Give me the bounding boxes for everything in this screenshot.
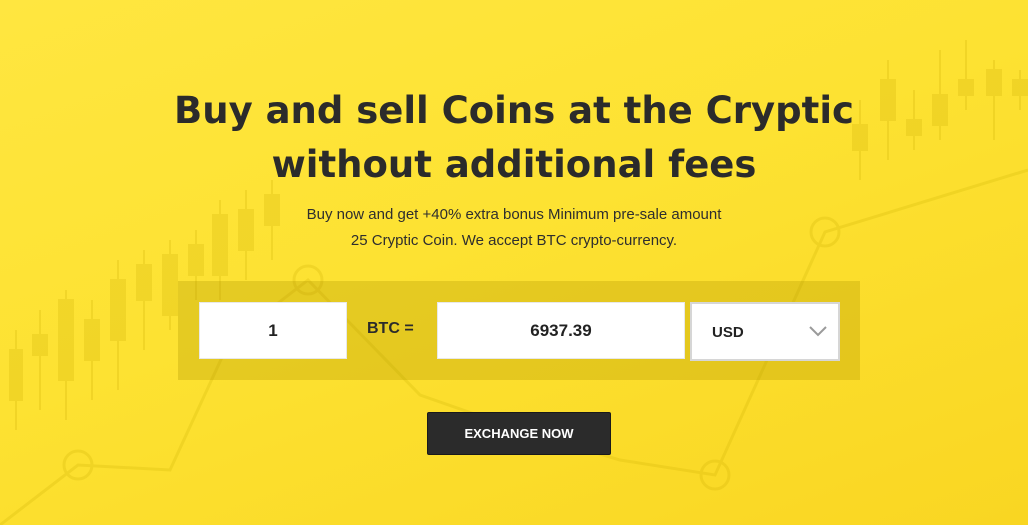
headline-line-2: without additional fees — [271, 143, 757, 186]
description-line-2: 25 Cryptic Coin. We accept BTC crypto-cu… — [350, 232, 678, 249]
converted-amount-field[interactable] — [437, 302, 685, 359]
btc-equals-label: BTC = — [367, 320, 414, 337]
exchange-now-button[interactable]: EXCHANGE NOW — [427, 412, 611, 455]
page-title: Buy and sell Coins at the Cryptic withou… — [0, 84, 1028, 192]
currency-select[interactable]: USD — [690, 302, 840, 361]
chevron-down-icon — [809, 326, 827, 337]
headline-line-1: Buy and sell Coins at the Cryptic — [174, 89, 854, 132]
description-line-1: Buy now and get +40% extra bonus Minimum… — [306, 206, 722, 223]
currency-selected-value: USD — [712, 324, 744, 341]
btc-amount-input[interactable] — [199, 302, 347, 359]
hero-description: Buy now and get +40% extra bonus Minimum… — [0, 202, 1028, 254]
